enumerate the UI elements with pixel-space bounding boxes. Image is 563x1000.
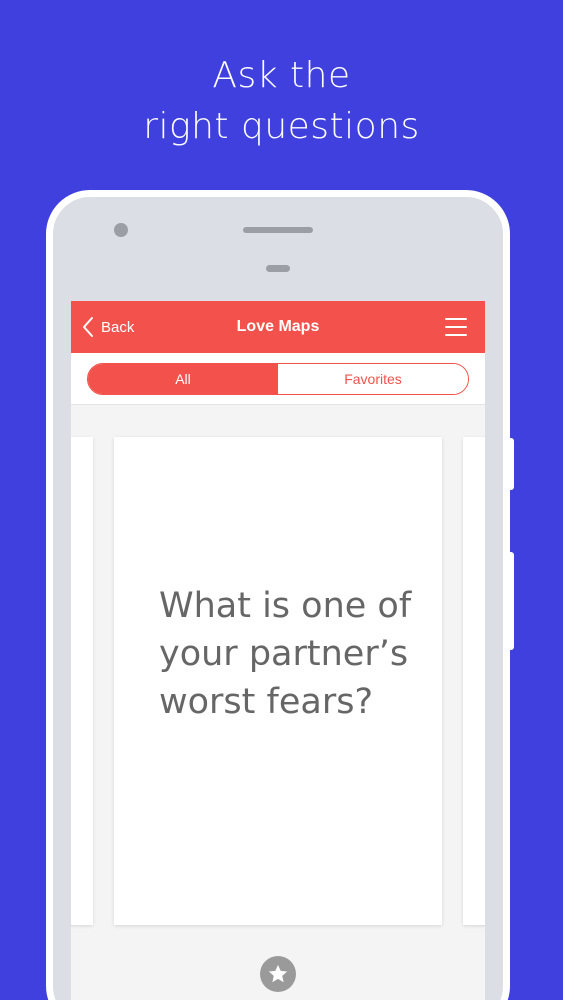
favorite-button[interactable] [260,956,296,992]
next-card-peek[interactable] [463,437,485,925]
back-label: Back [101,318,135,336]
phone-camera [114,223,128,237]
app-header: Back Love Maps [71,301,485,353]
question-card[interactable]: What is one of your partner’s worst fear… [114,437,442,925]
phone-sensor [266,265,290,272]
filter-segmented-control: All Favorites [87,363,469,395]
question-text: What is one of your partner’s worst fear… [159,586,412,722]
tab-favorites[interactable]: Favorites [278,364,468,394]
back-button[interactable]: Back [81,301,134,353]
star-icon [268,964,288,983]
chevron-left-icon [83,317,93,337]
hamburger-menu-icon[interactable] [445,316,469,338]
headline-line-1: Ask the [212,55,351,96]
app-screen: Back Love Maps All Favorites What is one… [71,301,485,1000]
previous-card-peek[interactable] [71,437,93,925]
filter-bar: All Favorites [71,353,485,405]
phone-speaker [243,227,313,233]
promo-headline: Ask the right questions [0,50,563,152]
tab-all[interactable]: All [88,364,278,394]
headline-line-2: right questions [143,106,420,147]
phone-frame: Back Love Maps All Favorites What is one… [46,190,510,1000]
